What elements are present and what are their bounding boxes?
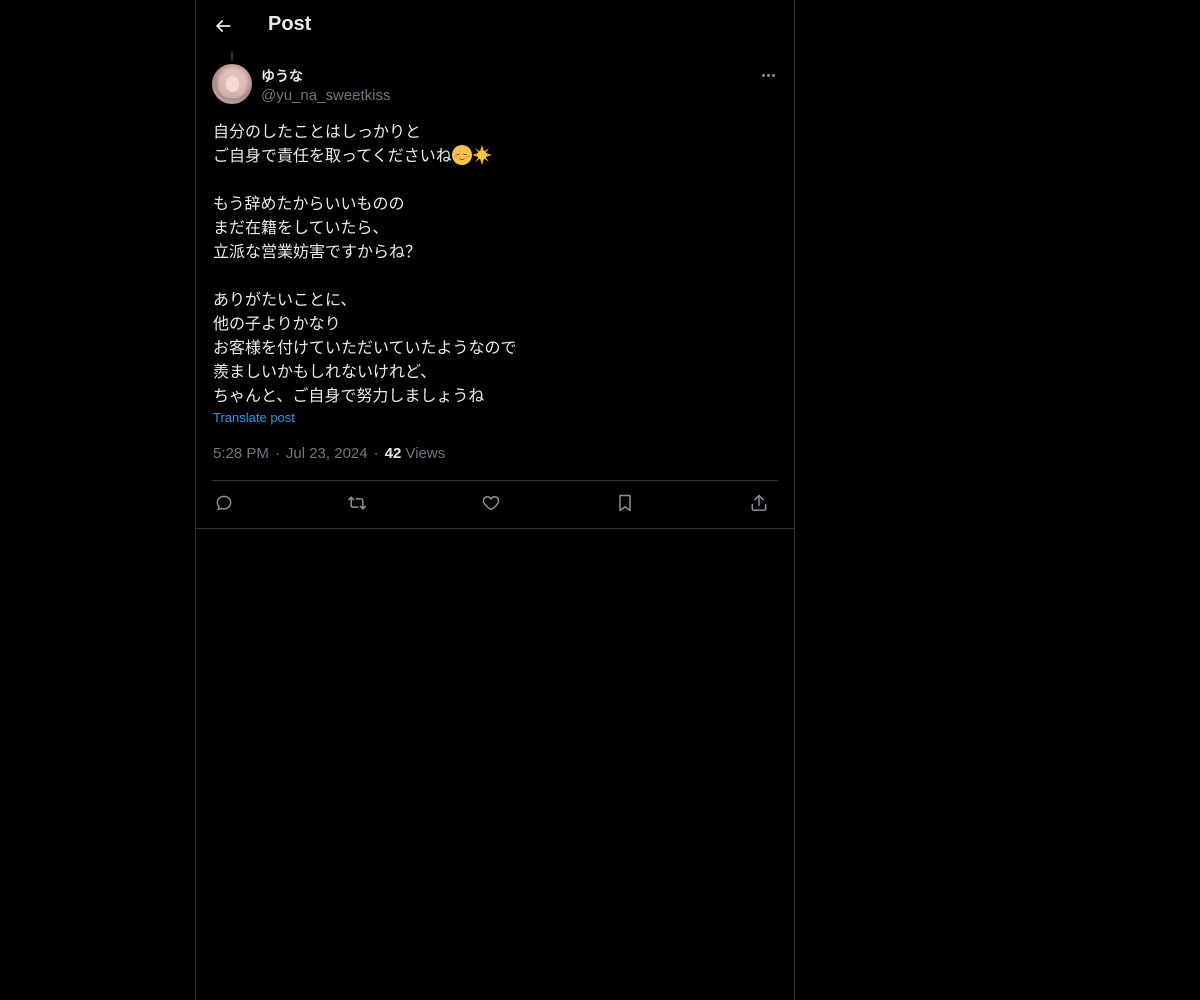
post-line: 他の子よりかなり — [213, 314, 341, 333]
page-header: Post — [196, 0, 794, 53]
post-line: お客様を付けていただいていたようなので — [213, 338, 517, 357]
page-title: Post — [268, 13, 312, 35]
post-line: 自分のしたことはしっかりと — [213, 122, 422, 141]
meta-separator: · — [373, 445, 379, 462]
avatar-face — [226, 76, 239, 92]
repost-icon — [347, 496, 367, 510]
bookmark-button[interactable] — [613, 491, 637, 515]
translate-post-link[interactable]: Translate post — [213, 410, 295, 425]
more-options-button[interactable] — [758, 66, 778, 84]
post-actions — [212, 489, 778, 519]
share-icon — [751, 494, 767, 511]
post-time[interactable]: 5:28 PM — [213, 445, 269, 462]
more-dot — [771, 73, 775, 77]
post-line — [213, 264, 778, 288]
more-dot — [761, 73, 765, 77]
like-icon — [482, 496, 500, 511]
post-line: ちゃんと、ご自身で努力しましょうね — [213, 386, 485, 405]
post-line: ありがたいことに、 — [213, 290, 357, 309]
more-dot — [766, 73, 770, 77]
post-line: 立派な営業妨害ですからね？ — [213, 242, 422, 261]
author-display-name[interactable]: ゆうな — [261, 66, 303, 86]
meta-separator: · — [274, 445, 280, 462]
divider — [196, 528, 794, 529]
views-count: 42 — [384, 445, 402, 462]
arrow-left-icon — [216, 20, 231, 32]
share-button[interactable] — [747, 491, 771, 515]
author-handle[interactable]: @yu_na_sweetkiss — [261, 87, 390, 104]
divider — [212, 480, 778, 481]
post-line — [213, 168, 778, 192]
repost-button[interactable] — [345, 491, 369, 515]
reply-button[interactable] — [212, 491, 236, 515]
post-line: まだ在籍をしていたら、 — [213, 218, 389, 237]
views-label: Views — [405, 445, 446, 462]
back-button[interactable] — [210, 12, 236, 40]
sun-emoji — [471, 145, 492, 165]
post-line: ご自身で責任を取ってくださいね — [213, 144, 778, 168]
like-button[interactable] — [479, 491, 503, 515]
bookmark-icon — [619, 494, 631, 512]
post-date[interactable]: Jul 23, 2024 — [286, 445, 368, 462]
thread-connector-line — [231, 52, 233, 61]
avatar[interactable] — [212, 64, 252, 104]
post-text: 自分のしたことはしっかりと ご自身で責任を取ってくださいね もう辞めたからいいも… — [213, 120, 778, 408]
main-column: Post ゆうな @yu_na_sweetkiss 自分のしたことはしっかりと … — [195, 0, 795, 1000]
post-metadata: 5:28 PM · Jul 23, 2024 · 42 Views — [213, 445, 445, 462]
post-line: もう辞めたからいいものの — [213, 194, 405, 213]
post-line: 羨ましいかもしれないけれど、 — [213, 362, 437, 381]
relieved-face-emoji — [451, 145, 472, 165]
reply-icon — [216, 495, 232, 511]
